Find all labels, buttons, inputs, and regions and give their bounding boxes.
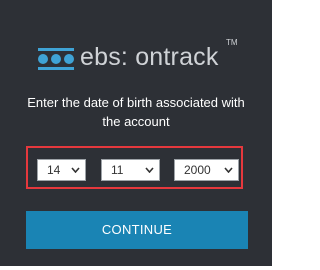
chevron-down-icon: [145, 167, 154, 173]
dob-panel: ebs: ontrack TM Enter the date of birth …: [0, 0, 276, 270]
dob-selector-group: 14 11 2000: [26, 146, 243, 189]
ebs-ontrack-logo: ebs: ontrack TM: [38, 38, 248, 74]
year-select[interactable]: 2000: [174, 159, 239, 181]
chevron-down-icon: [71, 167, 80, 173]
trademark-mark: TM: [226, 38, 238, 47]
day-select[interactable]: 14: [37, 159, 86, 181]
dob-instruction: Enter the date of birth associated with …: [27, 95, 245, 129]
month-value: 11: [111, 163, 124, 177]
ebs-dots-logo-icon: [38, 48, 74, 70]
month-select[interactable]: 11: [101, 159, 160, 181]
year-value: 2000: [184, 163, 211, 177]
continue-button[interactable]: CONTINUE: [26, 211, 248, 249]
day-value: 14: [47, 163, 61, 177]
chevron-down-icon: [224, 167, 233, 173]
brand-name: ebs: ontrack: [80, 43, 219, 71]
